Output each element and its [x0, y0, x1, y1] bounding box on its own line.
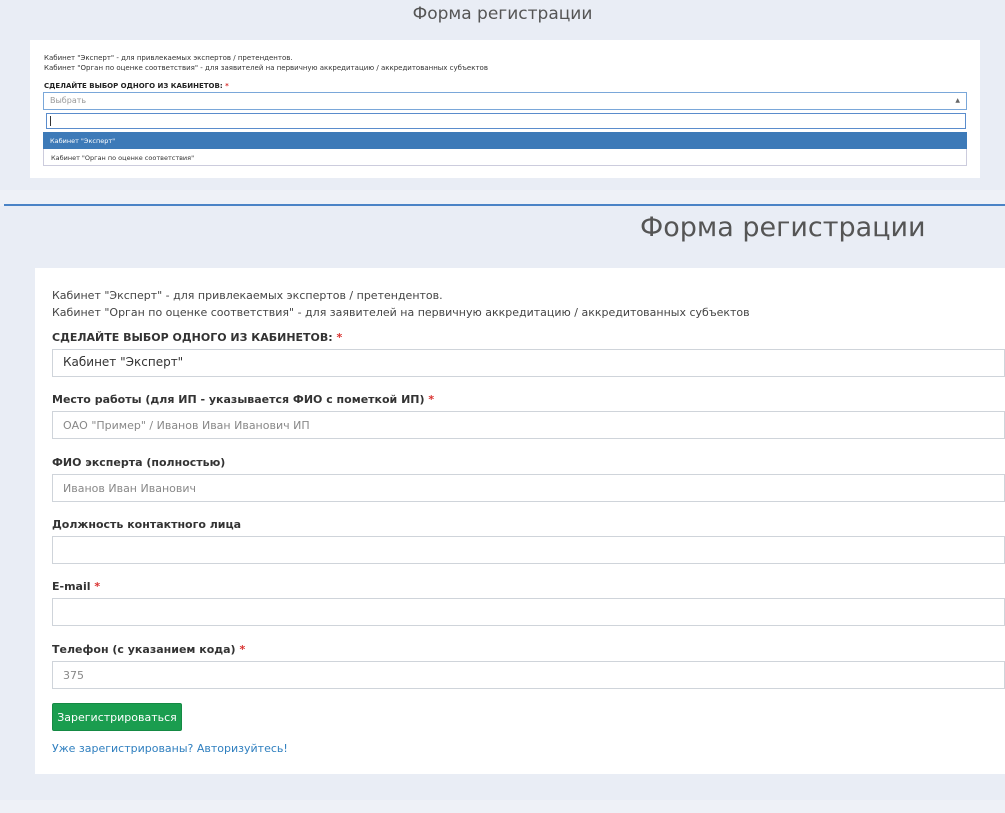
position-input[interactable] — [52, 536, 1005, 564]
desc-organ: Кабинет "Орган по оценке соответствия" -… — [52, 306, 750, 319]
workplace-input[interactable]: ОАО "Пример" / Иванов Иван Иванович ИП — [52, 411, 1005, 439]
caret-up-icon: ▲ — [955, 97, 960, 104]
top-option-organ[interactable]: Кабинет "Орган по оценке соответствия" — [43, 149, 967, 166]
top-desc-organ: Кабинет "Орган по оценке соответствия" -… — [44, 64, 488, 72]
top-choose-label: СДЕЛАЙТЕ ВЫБОР ОДНОГО ИЗ КАБИНЕТОВ: * — [44, 82, 229, 90]
top-form-card: Кабинет "Эксперт" - для привлекаемых экс… — [30, 40, 980, 178]
phone-input[interactable]: 375 — [52, 661, 1005, 689]
page-title: Форма регистрации — [640, 212, 926, 243]
email-label: E-mail * — [52, 580, 100, 593]
position-label: Должность контактного лица — [52, 518, 242, 531]
workplace-label: Место работы (для ИП - указывается ФИО с… — [52, 393, 434, 406]
phone-label: Телефон (с указанием кода) * — [52, 643, 245, 656]
workplace-label-text: Место работы (для ИП - указывается ФИО с… — [52, 393, 425, 406]
top-page-title: Форма регистрации — [412, 4, 593, 24]
phone-label-text: Телефон (с указанием кода) — [52, 643, 236, 656]
cabinet-select[interactable]: Кабинет "Эксперт" — [52, 349, 1005, 377]
fio-label: ФИО эксперта (полностью) — [52, 456, 226, 469]
required-mark: * — [428, 393, 435, 406]
required-mark: * — [94, 580, 101, 593]
top-dropdown-search-input[interactable] — [46, 113, 966, 129]
required-mark: * — [239, 643, 246, 656]
required-mark: * — [225, 82, 229, 90]
top-select-placeholder: Выбрать — [50, 96, 87, 105]
register-button[interactable]: Зарегистрироваться — [52, 703, 182, 731]
top-cabinet-select[interactable]: Выбрать ▲ — [43, 92, 967, 110]
choose-cabinet-label: СДЕЛАЙТЕ ВЫБОР ОДНОГО ИЗ КАБИНЕТОВ: * — [52, 331, 342, 344]
email-input[interactable] — [52, 598, 1005, 626]
top-option-expert[interactable]: Кабинет "Эксперт" — [43, 132, 967, 149]
desc-expert: Кабинет "Эксперт" - для привлекаемых экс… — [52, 289, 443, 302]
text-cursor — [50, 116, 51, 126]
top-desc-expert: Кабинет "Эксперт" - для привлекаемых экс… — [44, 54, 293, 62]
top-choose-label-text: СДЕЛАЙТЕ ВЫБОР ОДНОГО ИЗ КАБИНЕТОВ: — [44, 82, 223, 90]
choose-cabinet-label-text: СДЕЛАЙТЕ ВЫБОР ОДНОГО ИЗ КАБИНЕТОВ: — [52, 331, 333, 344]
fio-input[interactable]: Иванов Иван Иванович — [52, 474, 1005, 502]
login-link[interactable]: Уже зарегистрированы? Авторизуйтесь! — [52, 742, 288, 755]
required-mark: * — [336, 331, 343, 344]
email-label-text: E-mail — [52, 580, 91, 593]
